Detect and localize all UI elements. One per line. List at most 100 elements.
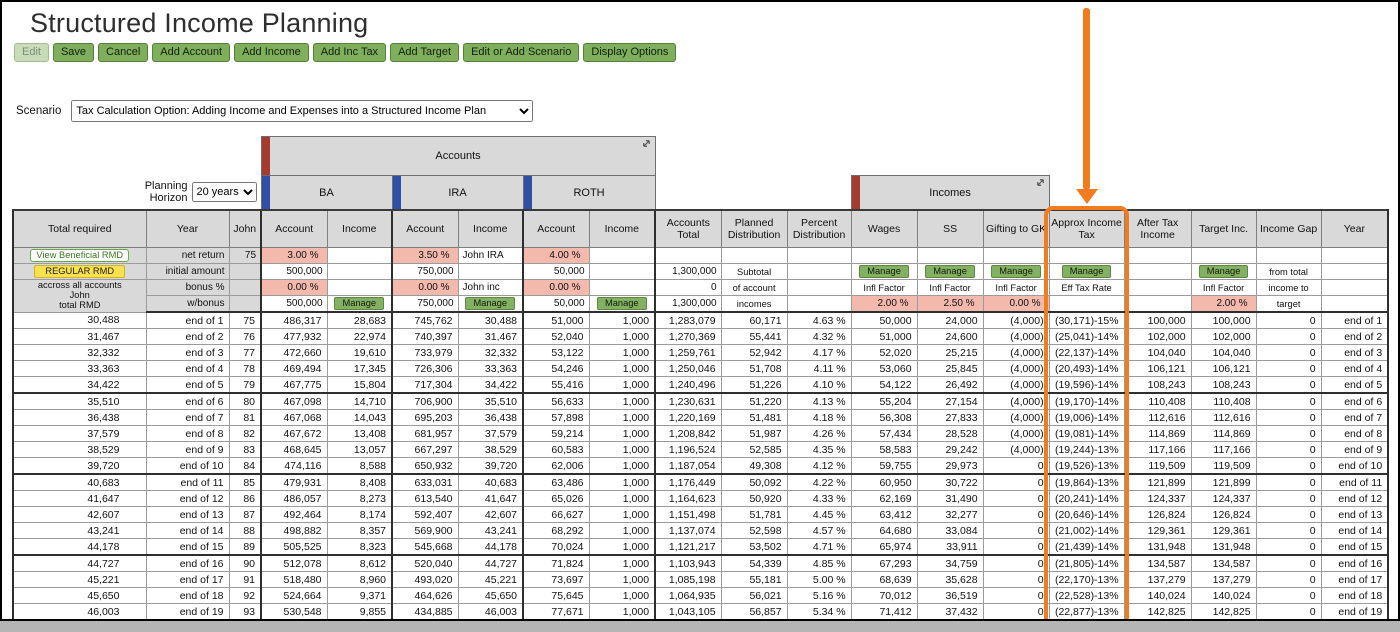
cell-target-inc: Infl Factor <box>1190 279 1257 296</box>
cell-year: end of 11 <box>145 473 230 491</box>
toolbar-button-display-options[interactable]: Display Options <box>583 43 677 62</box>
cell-ba-account[interactable]: 0.00 % <box>260 279 328 296</box>
cell-john <box>228 295 262 313</box>
cell-accounts-total: 1,259,761 <box>654 344 722 361</box>
planning-horizon-select[interactable]: 20 years <box>191 182 257 203</box>
planning-table-wrap: Accounts Planning Horizon 20 years BA IRA ROT… <box>12 136 1398 622</box>
cell-after-tax-income: 119,509 <box>1123 457 1192 475</box>
cell-roth-income: 1,000 <box>588 506 656 523</box>
cell-ira-income: 32,332 <box>457 344 524 361</box>
cell-roth-account[interactable]: 0.00 % <box>522 279 590 296</box>
cell-ba-account: 486,317 <box>260 311 328 329</box>
cell-ba-account[interactable]: 500,000 <box>260 295 328 313</box>
cell-roth-income: 1,000 <box>588 344 656 361</box>
bottom-scrollbar-track[interactable] <box>0 621 1400 632</box>
cell-percent-distribution: 4.18 % <box>786 409 852 426</box>
cell-planned-distribution: 53,502 <box>720 538 788 556</box>
cell-ira-account: 667,297 <box>391 441 459 458</box>
manage-button-gifting-to-gk[interactable]: Manage <box>991 265 1041 278</box>
cell-ss: Infl Factor <box>916 279 984 296</box>
regular-rmd-button[interactable]: REGULAR RMD <box>34 265 126 278</box>
cell-ira-income: 44,178 <box>457 538 524 556</box>
cell-roth-account[interactable]: 4.00 % <box>522 247 590 264</box>
cell-target-inc[interactable]: 2.00 % <box>1190 295 1257 313</box>
cell-approx-income-tax <box>1048 247 1125 264</box>
cell-year-end: end of 12 <box>1320 490 1390 507</box>
cell-ira-account[interactable]: 750,000 <box>391 263 459 280</box>
cell-after-tax-income <box>1123 263 1192 280</box>
cell-gifting-to-gk: 0 <box>982 571 1050 588</box>
cell-percent-distribution: 4.26 % <box>786 425 852 442</box>
cell-ss[interactable]: 2.50 % <box>916 295 984 313</box>
view-beneficial-rmd-button[interactable]: View Beneficial RMD <box>30 249 130 262</box>
cell-accounts-total: 1,164,623 <box>654 490 722 507</box>
cell-ira-account[interactable]: 3.50 % <box>391 247 459 264</box>
cell-gifting-to-gk: (4,000) <box>982 328 1050 345</box>
cell-ira-account: 740,397 <box>391 328 459 345</box>
manage-button-ss[interactable]: Manage <box>925 265 975 278</box>
accounts-group-header: Accounts <box>260 136 656 176</box>
toolbar-button-cancel[interactable]: Cancel <box>98 43 149 62</box>
cell-percent-distribution: 5.16 % <box>786 587 852 604</box>
cell-year: end of 4 <box>145 360 230 377</box>
cell-roth-income: 1,000 <box>588 603 656 619</box>
cell-approx-income-tax: (23,106)-13% <box>1049 620 1124 622</box>
cell-roth-account: 73,697 <box>522 571 590 588</box>
expand-icon[interactable] <box>1035 177 1047 189</box>
cell-year-end: end of 6 <box>1320 392 1390 410</box>
spacer <box>655 137 1388 176</box>
cell-accounts-total[interactable]: 0 <box>654 279 722 296</box>
table-row: 33,363 end of 4 78 469,494 17,345 726,306 33,3… <box>12 360 1390 377</box>
cell-john: 83 <box>228 441 262 458</box>
toolbar-button-save[interactable]: Save <box>52 43 95 62</box>
cell-planned-distribution: 52,585 <box>720 441 788 458</box>
cell-approx-income-tax: (19,006)-14% <box>1048 409 1125 426</box>
cell-year: end of 8 <box>145 425 230 442</box>
cell-percent-distribution <box>786 279 852 296</box>
cell-accounts-total[interactable]: 1,300,000 <box>654 263 722 280</box>
cell-accounts-total: 1,270,369 <box>654 328 722 345</box>
toolbar-button-edit-or-add-scenario[interactable]: Edit or Add Scenario <box>463 43 580 62</box>
cell-ira-account: 404,329 <box>392 620 458 622</box>
cell-gifting-to-gk: Manage <box>982 263 1050 280</box>
manage-button-target-inc[interactable]: Manage <box>1198 265 1249 278</box>
expand-icon[interactable] <box>641 138 653 150</box>
cell-roth-account[interactable]: 50,000 <box>522 295 590 313</box>
cell-gifting-to-gk: 0 <box>982 506 1050 523</box>
toolbar-button-add-target[interactable]: Add Target <box>390 43 460 62</box>
cell-gifting-to-gk[interactable]: 0.00 % <box>982 295 1050 313</box>
cell-total-required: 45,221 <box>12 571 147 588</box>
manage-button-approx-income-tax[interactable]: Manage <box>1061 265 1112 278</box>
cell-wages[interactable]: 2.00 % <box>850 295 918 313</box>
toolbar-button-add-inc-tax[interactable]: Add Inc Tax <box>312 43 387 62</box>
spacer <box>655 176 851 211</box>
cell-john: 81 <box>228 409 262 426</box>
cell-ss: 34,759 <box>916 554 984 572</box>
cell-ba-income: 8,174 <box>326 506 393 523</box>
cell-year-end <box>1320 263 1390 280</box>
manage-button-roth-income[interactable]: Manage <box>596 297 647 310</box>
toolbar-button-edit[interactable]: Edit <box>14 43 49 62</box>
toolbar-button-add-account[interactable]: Add Account <box>152 43 231 62</box>
manage-button-ba-income[interactable]: Manage <box>334 297 385 310</box>
cell-ba-account[interactable]: 500,000 <box>260 263 328 280</box>
manage-button-wages[interactable]: Manage <box>859 265 909 278</box>
cell-roth-account[interactable]: 50,000 <box>522 263 590 280</box>
cell-approx-income-tax: (19,081)-14% <box>1048 425 1125 442</box>
cell-accounts-total[interactable]: 1,300,000 <box>654 295 722 313</box>
cell-total-required: 31,467 <box>12 328 147 345</box>
cell-total-required: 33,363 <box>12 360 147 377</box>
header-planned-distribution: Planned Distribution <box>720 209 788 248</box>
manage-button-ira-income[interactable]: Manage <box>465 297 516 310</box>
cell-wages: 62,169 <box>850 490 918 507</box>
cell-ira-account[interactable]: 750,000 <box>391 295 459 313</box>
scenario-select[interactable]: Tax Calculation Option: Adding Income an… <box>71 100 534 122</box>
spacer <box>1049 176 1388 211</box>
toolbar-button-add-income[interactable]: Add Income <box>234 43 309 62</box>
cell-ira-account[interactable]: 0.00 % <box>391 279 459 296</box>
cell-accounts-total: 1,043,105 <box>654 603 722 619</box>
cell-ba-account[interactable]: 3.00 % <box>260 247 328 264</box>
cell-gifting-to-gk: 0 <box>982 554 1050 572</box>
cell-planned-distribution: 55,441 <box>720 328 788 345</box>
cell-income-gap: 0 <box>1255 522 1322 539</box>
